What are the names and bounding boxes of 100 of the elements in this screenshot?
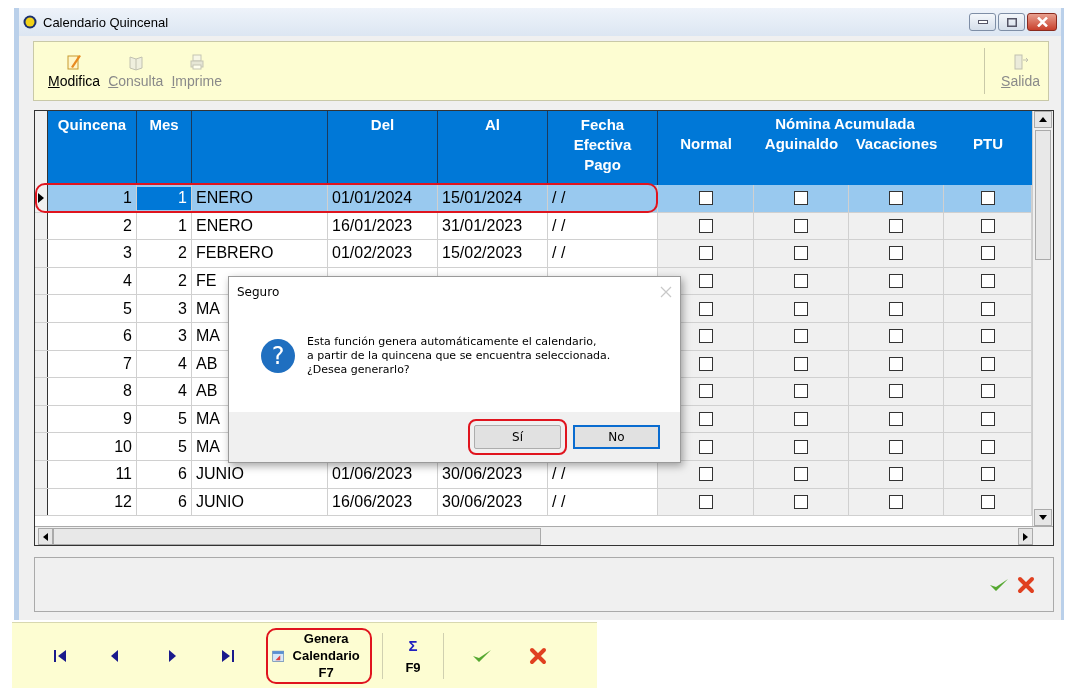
table-cell: 31/01/2023: [442, 216, 523, 235]
checkbox[interactable]: [980, 384, 995, 399]
checkbox[interactable]: [889, 467, 903, 482]
table-cell: 4: [123, 272, 132, 291]
down-arrow-icon[interactable]: [1039, 515, 1047, 520]
checkbox[interactable]: [980, 301, 995, 316]
checkbox[interactable]: [889, 329, 903, 344]
toolbar-button[interactable]: Modifica: [44, 53, 105, 89]
checkbox[interactable]: [980, 412, 995, 427]
checkbox[interactable]: [889, 494, 903, 509]
checkbox[interactable]: [889, 301, 903, 316]
checkbox[interactable]: [980, 191, 995, 206]
checkbox[interactable]: [698, 274, 713, 289]
table-cell: 1: [178, 216, 187, 235]
generate-calendar-button[interactable]: Genera Calendario F7: [266, 627, 372, 684]
checkbox[interactable]: [794, 356, 808, 371]
book-icon: [127, 53, 144, 71]
checkbox[interactable]: [698, 191, 713, 206]
table-row[interactable]: 12 6 JUNIO 16/06/2023 30/06/2023 / /: [35, 488, 1032, 517]
printer-icon: [188, 53, 205, 71]
last-record-icon: [220, 647, 236, 664]
table-cell: 2: [178, 272, 187, 291]
checkbox[interactable]: [889, 274, 903, 289]
table-cell: 10: [114, 437, 132, 456]
checkbox[interactable]: [698, 218, 713, 233]
checkbox[interactable]: [794, 494, 808, 509]
check-icon: [989, 576, 1009, 593]
checkbox[interactable]: [794, 246, 808, 261]
column-group-header: Nómina Acumulada: [774, 114, 916, 134]
checkbox[interactable]: [698, 329, 713, 344]
checkbox[interactable]: [980, 467, 995, 482]
checkbox[interactable]: [889, 384, 903, 399]
minimize-icon: [977, 20, 988, 24]
checkbox[interactable]: [980, 329, 995, 344]
table-cell: 9: [123, 410, 132, 429]
checkbox[interactable]: [980, 439, 995, 454]
scrollbar-thumb[interactable]: [53, 528, 541, 545]
up-arrow-icon[interactable]: [1039, 117, 1047, 122]
table-cell: MA: [196, 437, 220, 456]
checkbox[interactable]: [980, 218, 995, 233]
vertical-scrollbar[interactable]: [1032, 111, 1053, 526]
table-row[interactable]: 2 1 ENERO 16/01/2023 31/01/2023 / /: [35, 212, 1032, 241]
column-header: Aguinaldo: [763, 134, 840, 154]
checkbox[interactable]: [698, 439, 713, 454]
table-cell: 3: [123, 244, 132, 263]
scrollbar-thumb[interactable]: [1035, 130, 1051, 260]
table-cell: 5: [178, 437, 187, 456]
checkbox[interactable]: [889, 218, 903, 233]
table-cell: / /: [552, 189, 566, 208]
sum-button[interactable]: Σ F9: [393, 635, 433, 676]
checkbox[interactable]: [698, 412, 713, 427]
door-icon: [1012, 53, 1029, 71]
question-icon: ?: [261, 338, 295, 373]
checkbox[interactable]: [794, 384, 808, 399]
checkbox[interactable]: [794, 301, 808, 316]
checkbox[interactable]: [980, 356, 995, 371]
table-row[interactable]: 3 2 FEBRERO 01/02/2023 15/02/2023 / /: [35, 240, 1032, 268]
checkbox[interactable]: [698, 356, 713, 371]
left-arrow-icon[interactable]: [43, 532, 48, 541]
table-cell: AB: [196, 354, 218, 373]
table-cell: 3: [178, 327, 187, 346]
dialog-button[interactable]: No: [573, 425, 660, 449]
close-button[interactable]: [1027, 13, 1057, 31]
table-cell: / /: [552, 216, 566, 235]
checkbox[interactable]: [889, 439, 903, 454]
table-row[interactable]: 11 6 JUNIO 01/06/2023 30/06/2023 / /: [35, 460, 1032, 489]
first-record-icon: [52, 647, 68, 664]
checkbox[interactable]: [794, 329, 808, 344]
pencil-icon: [66, 53, 83, 71]
checkbox[interactable]: [980, 494, 995, 509]
checkbox[interactable]: [698, 301, 713, 316]
table-cell: MA: [196, 299, 220, 318]
checkbox[interactable]: [980, 274, 995, 289]
checkbox[interactable]: [794, 412, 808, 427]
minimize-button[interactable]: [969, 13, 996, 31]
checkbox[interactable]: [698, 384, 713, 399]
checkbox[interactable]: [698, 246, 713, 261]
checkbox[interactable]: [794, 439, 808, 454]
horizontal-scrollbar[interactable]: [35, 526, 1053, 545]
checkbox[interactable]: [980, 246, 995, 261]
checkbox[interactable]: [794, 467, 808, 482]
column-header: Vacaciones: [854, 134, 939, 154]
checkbox[interactable]: [794, 191, 808, 206]
window-title: Calendario Quincenal: [43, 14, 169, 30]
checkbox[interactable]: [889, 412, 903, 427]
checkbox[interactable]: [794, 218, 808, 233]
maximize-button[interactable]: [998, 13, 1025, 31]
checkbox[interactable]: [698, 494, 713, 509]
checkbox[interactable]: [889, 356, 903, 371]
checkbox[interactable]: [794, 274, 808, 289]
table-cell: JUNIO: [196, 465, 244, 484]
table-row[interactable]: 1 1 ENERO 01/01/2024 15/01/2024 / /: [35, 185, 1032, 213]
table-cell: 6: [123, 327, 132, 346]
checkbox[interactable]: [889, 191, 903, 206]
table-cell: 01/02/2023: [332, 244, 413, 263]
checkbox[interactable]: [698, 467, 713, 482]
checkbox[interactable]: [889, 246, 903, 261]
table-cell: ENERO: [196, 189, 253, 208]
right-arrow-icon[interactable]: [1023, 532, 1028, 541]
table-cell: 11: [115, 465, 132, 484]
